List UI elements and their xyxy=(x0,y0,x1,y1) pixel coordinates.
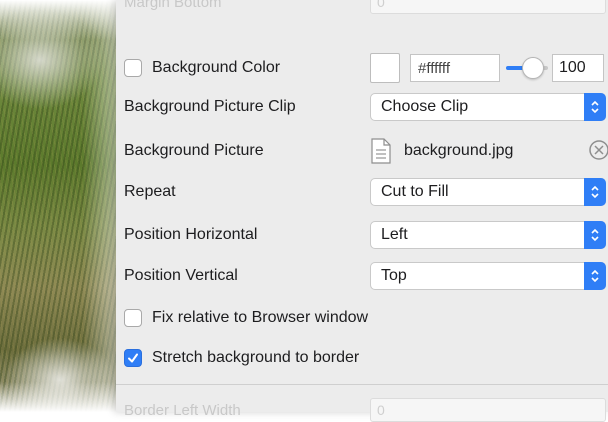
row-position-horizontal: Position Horizontal Left xyxy=(124,220,606,250)
hex-color-field[interactable]: #ffffff xyxy=(410,54,500,82)
ghost-label: Margin Bottom xyxy=(124,0,222,11)
position-vertical-label: Position Vertical xyxy=(124,267,238,284)
fix-relative-checkbox[interactable] xyxy=(124,309,142,327)
background-picture-label: Background Picture xyxy=(124,142,264,159)
background-color-checkbox[interactable] xyxy=(124,59,142,77)
picture-clip-value: Choose Clip xyxy=(381,98,469,115)
background-section: Background Color #ffffff 100 Background … xyxy=(116,36,608,384)
ghost-row-border-left-width: Border Left Width 0 xyxy=(124,398,606,422)
chevron-updown-icon xyxy=(584,178,606,206)
clear-x-icon[interactable] xyxy=(588,139,608,161)
row-picture-clip: Background Picture Clip Choose Clip xyxy=(124,92,606,122)
repeat-popup[interactable]: Cut to Fill xyxy=(370,178,606,206)
stretch-label: Stretch background to border xyxy=(152,349,360,366)
background-color-label: Background Color xyxy=(152,59,281,76)
ghost-row-margin-bottom: Margin Bottom 0 xyxy=(124,0,606,14)
document-icon xyxy=(371,138,391,164)
position-horizontal-popup[interactable]: Left xyxy=(370,221,606,249)
opacity-field[interactable]: 100 xyxy=(552,54,604,82)
color-swatch[interactable] xyxy=(370,53,400,83)
margin-bottom-field[interactable]: 0 xyxy=(370,0,606,14)
picture-clip-popup[interactable]: Choose Clip xyxy=(370,93,606,121)
repeat-label: Repeat xyxy=(124,183,176,200)
chevron-updown-icon xyxy=(584,93,606,121)
chevron-updown-icon xyxy=(584,221,606,249)
opacity-slider[interactable] xyxy=(506,54,548,82)
row-background-picture: Background Picture background.jpg xyxy=(124,136,608,166)
row-fix-relative: Fix relative to Browser window xyxy=(124,303,368,333)
row-background-color: Background Color #ffffff 100 xyxy=(124,53,604,83)
position-horizontal-value: Left xyxy=(381,226,408,243)
stretch-checkbox[interactable] xyxy=(124,349,142,367)
file-reference[interactable]: background.jpg xyxy=(370,138,513,164)
row-stretch: Stretch background to border xyxy=(124,343,359,373)
position-vertical-popup[interactable]: Top xyxy=(370,262,606,290)
position-horizontal-label: Position Horizontal xyxy=(124,226,258,243)
repeat-value: Cut to Fill xyxy=(381,183,449,200)
picture-clip-label: Background Picture Clip xyxy=(124,98,296,115)
row-repeat: Repeat Cut to Fill xyxy=(124,177,606,207)
checkmark-icon xyxy=(128,353,138,363)
fix-relative-label: Fix relative to Browser window xyxy=(152,309,369,326)
slider-knob[interactable] xyxy=(522,57,544,79)
section-divider-bottom xyxy=(116,384,608,385)
position-vertical-value: Top xyxy=(381,267,407,284)
file-name: background.jpg xyxy=(404,142,514,159)
row-position-vertical: Position Vertical Top xyxy=(124,261,606,291)
ghost-label: Border Left Width xyxy=(124,401,241,419)
chevron-updown-icon xyxy=(584,262,606,290)
inspector-panel: Margin Bottom 0 Background Color #ffffff… xyxy=(116,0,608,422)
border-left-width-field[interactable]: 0 xyxy=(370,398,606,422)
